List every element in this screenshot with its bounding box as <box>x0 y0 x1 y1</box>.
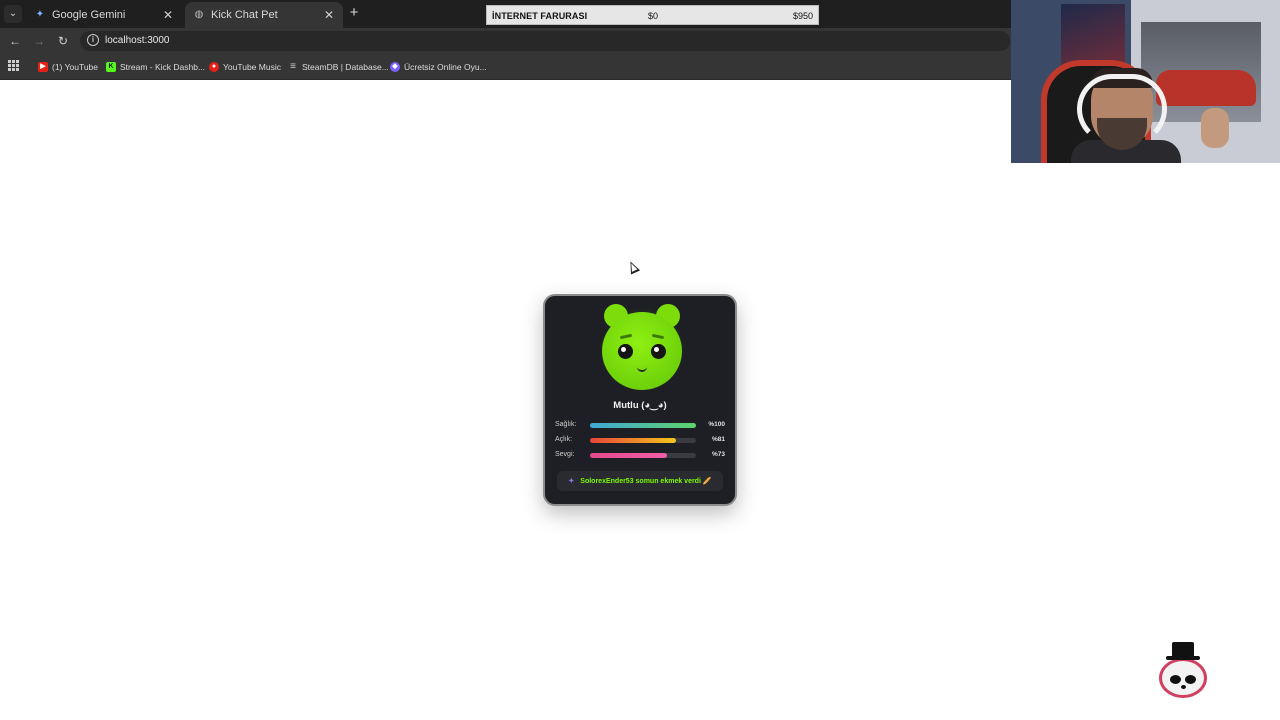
close-tab-icon[interactable]: ✕ <box>162 8 174 22</box>
bookmark-label: YouTube Music <box>223 62 281 72</box>
stat-value: %100 <box>708 421 725 428</box>
mascot-eye-right <box>1185 675 1196 684</box>
stat-label: Sevgi: <box>555 451 575 458</box>
youtube-music-icon: ● <box>209 62 219 72</box>
tab-title: Google Gemini <box>52 9 126 21</box>
stat-track <box>590 438 696 443</box>
forward-arrow-icon[interactable]: → <box>31 33 47 49</box>
webcam-feed <box>1011 0 1280 163</box>
gemini-icon: ✦ <box>35 9 45 20</box>
overlay-value-current: $0 <box>648 11 659 21</box>
pet-brow-right <box>651 333 665 340</box>
kick-icon: K <box>106 62 116 72</box>
pet-mouth <box>637 366 647 372</box>
webcam-headset <box>1077 74 1167 144</box>
internet-bill-overlay: İNTERNET FARURASI $0 $950 <box>486 5 819 25</box>
stat-value: %73 <box>711 451 725 458</box>
bookmark-kick-dashboard[interactable]: K Stream - Kick Dashb... <box>106 60 205 74</box>
top-hat-brim <box>1166 656 1200 660</box>
mascot-nose <box>1181 685 1186 689</box>
youtube-icon: ▶ <box>38 62 48 72</box>
pet-avatar[interactable] <box>600 302 684 394</box>
stat-label: Açlık: <box>555 436 573 443</box>
bookmark-label: Stream - Kick Dashb... <box>120 62 206 72</box>
stat-fill <box>590 453 668 458</box>
site-info-icon[interactable]: i <box>87 34 99 46</box>
pet-card: Mutlu (◕‿◕) Sağlık: %100 Açlık: %81 Sevg… <box>543 294 737 506</box>
tab-search-icon[interactable]: ⌄ <box>4 5 22 23</box>
bookmark-youtube-music[interactable]: ● YouTube Music <box>209 60 281 74</box>
bookmark-steamdb[interactable]: ≡ SteamDB | Database... <box>288 60 389 74</box>
event-text: SolorexEnder53 somun ekmek verdi 🥖 <box>580 478 712 485</box>
overlay-label: İNTERNET FARURASI <box>492 11 588 21</box>
address-bar[interactable]: i localhost:3000 <box>80 31 1010 51</box>
pet-eye-right <box>651 344 666 359</box>
globe-icon: ◍ <box>194 9 204 20</box>
pet-brow-left <box>619 333 633 340</box>
mascot-eye-left <box>1170 675 1181 684</box>
stat-value: %81 <box>711 436 725 443</box>
stat-label: Sağlık: <box>555 421 577 428</box>
screen: ⌄ ✦ Google Gemini ✕ ◍ Kick Chat Pet ✕ + … <box>0 0 1280 720</box>
bookmark-online-games[interactable]: ◆ Ücretsiz Online Oyu... <box>390 60 487 74</box>
bookmark-label: (1) YouTube <box>52 62 98 72</box>
stat-hunger: Açlık: %81 <box>555 436 729 446</box>
webcam-person-hand <box>1201 108 1229 148</box>
stat-love: Sevgi: %73 <box>555 451 729 461</box>
address-text: localhost:3000 <box>105 35 170 46</box>
stat-track <box>590 453 696 458</box>
tab-kick-chat-pet[interactable]: ◍ Kick Chat Pet ✕ <box>185 2 343 28</box>
stat-fill <box>590 423 696 428</box>
stat-fill <box>590 438 676 443</box>
mouse-cursor-icon <box>625 259 641 275</box>
tab-title: Kick Chat Pet <box>211 9 278 21</box>
new-tab-button[interactable]: + <box>346 5 362 21</box>
bookmark-label: SteamDB | Database... <box>302 62 389 72</box>
back-arrow-icon[interactable]: ← <box>7 33 23 49</box>
game-icon: ◆ <box>390 62 400 72</box>
stat-track <box>590 423 696 428</box>
apps-grid-icon[interactable] <box>8 60 19 71</box>
bookmark-label: Ücretsiz Online Oyu... <box>404 62 487 72</box>
stat-health: Sağlık: %100 <box>555 421 729 431</box>
mascot-face <box>1159 658 1207 698</box>
pet-head <box>602 312 682 390</box>
overlay-value-goal: $950 <box>792 11 813 21</box>
close-tab-icon[interactable]: ✕ <box>323 8 335 22</box>
panda-top-hat-logo <box>1157 642 1209 700</box>
pet-mood: Mutlu (◕‿◕) <box>613 400 667 411</box>
steamdb-icon: ≡ <box>290 61 296 72</box>
bookmark-youtube[interactable]: ▶ (1) YouTube <box>38 60 98 74</box>
pet-eye-left <box>618 344 633 359</box>
pet-event-message: ✦ SolorexEnder53 somun ekmek verdi 🥖 <box>557 471 723 491</box>
sparkle-icon: ✦ <box>568 478 575 485</box>
webcam-car <box>1156 70 1256 106</box>
tab-google-gemini[interactable]: ✦ Google Gemini ✕ <box>26 2 182 28</box>
reload-icon[interactable]: ↻ <box>55 33 71 49</box>
